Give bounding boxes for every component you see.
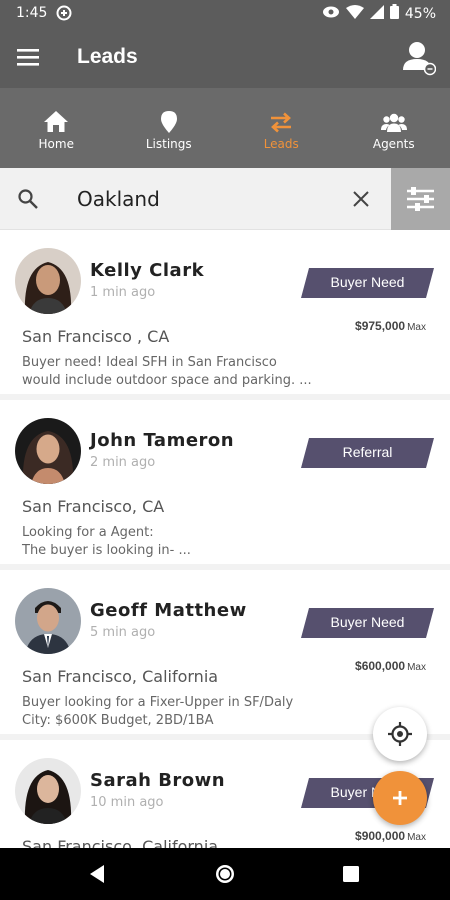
avatar — [15, 588, 81, 654]
tab-leads[interactable]: Leads — [225, 88, 338, 168]
search-icon — [17, 188, 39, 210]
lead-price-suffix: Max — [407, 662, 426, 673]
data-saver-icon — [56, 5, 72, 25]
filter-button[interactable] — [391, 168, 450, 230]
wifi-icon — [345, 4, 364, 23]
lead-price-value: $975,000 — [355, 319, 406, 333]
tab-home[interactable]: Home — [0, 88, 113, 168]
back-icon[interactable] — [86, 862, 110, 886]
lead-location: San Francisco, California — [22, 837, 219, 848]
lead-type-badge: Buyer Need — [301, 608, 434, 638]
lead-price-suffix: Max — [407, 832, 426, 843]
lead-description: Buyer looking for a Fixer-Upper in SF/Da… — [22, 695, 294, 728]
lead-name: John Tameron — [90, 430, 235, 451]
lead-time-ago: 1 min ago — [90, 285, 156, 300]
lead-price: $975,000 Max — [355, 319, 426, 333]
app-bar: Leads — [0, 28, 450, 88]
lead-description: Buyer need! Ideal SFH in San Francisco w… — [22, 355, 312, 388]
avatar — [15, 418, 81, 484]
map-pin-icon — [156, 110, 182, 134]
status-bar: 1:45 45% — [0, 0, 450, 28]
tab-home-label: Home — [38, 137, 74, 151]
agents-group-icon — [380, 110, 407, 134]
lead-name: Sarah Brown — [90, 770, 226, 791]
lead-price: $900,000 Max — [355, 829, 426, 843]
lead-time-ago: 5 min ago — [90, 625, 156, 640]
lead-type-label: Referral — [342, 444, 393, 460]
tab-agents[interactable]: Agents — [338, 88, 450, 168]
add-lead-button[interactable] — [373, 771, 427, 825]
plus-icon — [393, 791, 407, 805]
battery-percent: 45% — [404, 5, 436, 22]
lead-name: Kelly Clark — [90, 260, 205, 281]
tab-listings-label: Listings — [145, 137, 192, 151]
status-time: 1:45 — [16, 5, 48, 21]
lead-type-badge: Referral — [301, 438, 434, 468]
recents-icon[interactable] — [339, 862, 363, 886]
crosshair-icon — [388, 722, 412, 746]
lead-card[interactable]: John Tameron 2 min ago Referral San Fran… — [0, 400, 450, 570]
system-nav-bar — [0, 848, 450, 900]
avatar — [15, 758, 81, 824]
eye-icon — [322, 5, 340, 23]
lead-location: San Francisco, California — [22, 667, 219, 686]
filter-sliders-icon — [407, 187, 434, 211]
lead-price-suffix: Max — [407, 322, 426, 333]
account-icon[interactable] — [402, 40, 437, 76]
tab-bar: Home Listings Leads Agents — [0, 88, 450, 168]
swap-arrows-icon — [268, 110, 294, 134]
lead-name: Geoff Matthew — [90, 600, 247, 621]
home-circle-icon[interactable] — [213, 862, 237, 886]
tab-leads-label: Leads — [263, 137, 299, 151]
lead-location: San Francisco , CA — [22, 327, 170, 346]
lead-price: $600,000 Max — [355, 659, 426, 673]
lead-location: San Francisco, CA — [22, 497, 165, 516]
lead-time-ago: 10 min ago — [90, 795, 164, 810]
home-icon — [43, 110, 69, 134]
avatar — [15, 248, 81, 314]
search-bar — [0, 168, 450, 230]
search-input[interactable] — [77, 182, 327, 216]
tab-listings[interactable]: Listings — [113, 88, 226, 168]
battery-icon — [389, 4, 399, 23]
lead-description: Looking for a Agent: The buyer is lookin… — [22, 525, 191, 558]
lead-type-label: Buyer Need — [330, 274, 405, 290]
tab-agents-label: Agents — [372, 137, 415, 151]
my-location-button[interactable] — [373, 707, 427, 761]
lead-type-badge: Buyer Need — [301, 268, 434, 298]
lead-type-label: Buyer Need — [330, 614, 405, 630]
page-title: Leads — [77, 45, 138, 68]
clear-search-icon[interactable] — [350, 188, 372, 210]
cell-signal-icon — [369, 4, 384, 23]
lead-price-value: $600,000 — [355, 659, 406, 673]
menu-icon[interactable] — [17, 48, 39, 66]
lead-card[interactable]: Kelly Clark 1 min ago Buyer Need $975,00… — [0, 230, 450, 400]
lead-time-ago: 2 min ago — [90, 455, 156, 470]
lead-price-value: $900,000 — [355, 829, 406, 843]
